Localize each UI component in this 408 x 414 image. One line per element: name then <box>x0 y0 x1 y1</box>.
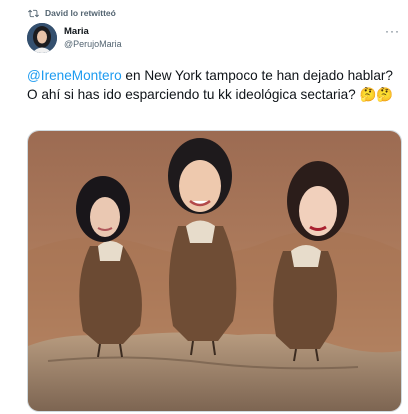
avatar[interactable] <box>27 23 57 53</box>
retweet-icon <box>28 9 39 17</box>
mention-link[interactable]: @IreneMontero <box>27 68 122 83</box>
author-block[interactable]: Maria @PerujoMaria <box>64 26 122 50</box>
retweet-label: David lo retwitteó <box>45 8 116 18</box>
retweet-context[interactable]: David lo retwitteó <box>28 6 116 20</box>
media-image <box>28 131 401 411</box>
author-name[interactable]: Maria <box>64 26 122 38</box>
tweet-text: @IreneMontero en New York tampoco te han… <box>27 66 399 104</box>
author-handle[interactable]: @PerujoMaria <box>64 38 122 50</box>
more-icon[interactable]: ··· <box>385 24 400 38</box>
avatar-image <box>27 23 57 53</box>
tweet-media[interactable] <box>27 130 402 412</box>
